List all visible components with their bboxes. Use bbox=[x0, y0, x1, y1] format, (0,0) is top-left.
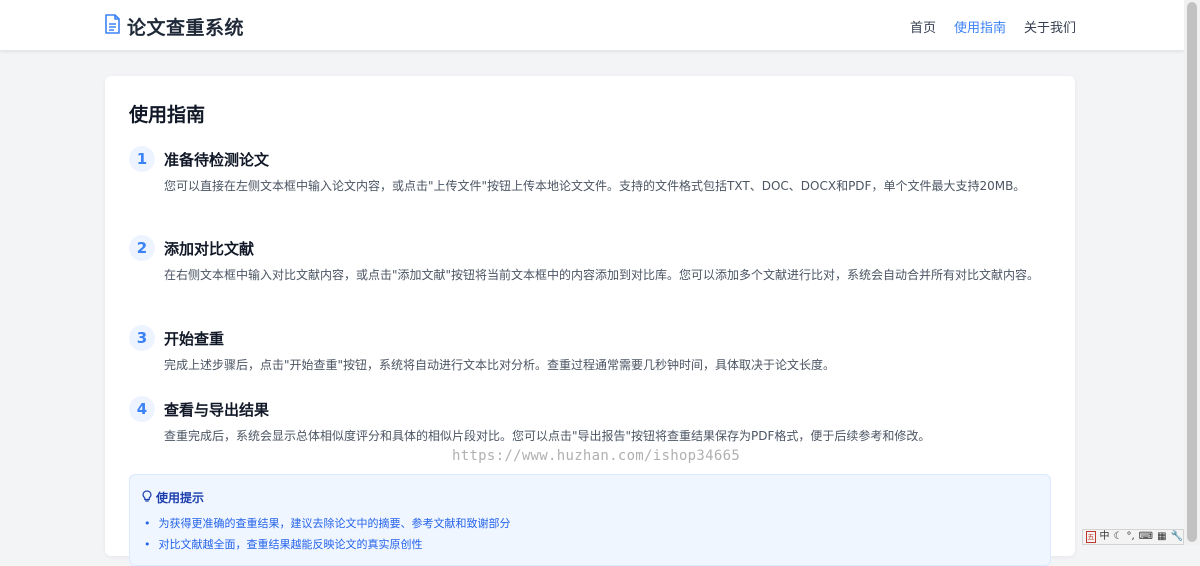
step-title: 开始查重 bbox=[164, 330, 225, 348]
step-title: 准备待检测论文 bbox=[164, 151, 270, 169]
nav-about[interactable]: 关于我们 bbox=[1024, 17, 1076, 36]
tips-box: 使用提示 为获得更准确的查重结果，建议去除论文中的摘要、参考文献和致谢部分 对比… bbox=[129, 474, 1051, 566]
step-title: 查看与导出结果 bbox=[164, 401, 270, 419]
app-title: 论文查重系统 bbox=[127, 16, 245, 39]
document-icon bbox=[104, 14, 121, 38]
page-scrollbar[interactable] bbox=[1184, 0, 1200, 545]
moon-icon[interactable]: ☾ bbox=[1114, 530, 1123, 544]
step-title: 添加对比文献 bbox=[164, 240, 255, 258]
top-navbar: 论文查重系统 首页 使用指南 关于我们 bbox=[0, 0, 1184, 51]
tips-list: 为获得更准确的查重结果，建议去除论文中的摘要、参考文献和致谢部分 对比文献越全面… bbox=[144, 513, 511, 555]
step-number-badge: 2 bbox=[129, 235, 155, 261]
grid-icon[interactable]: ▦ bbox=[1157, 530, 1166, 544]
page-title: 使用指南 bbox=[129, 104, 206, 126]
ime-logo-icon[interactable]: 五 bbox=[1086, 531, 1096, 543]
ime-language-toggle[interactable]: 中 bbox=[1100, 530, 1110, 544]
tips-title: 使用提示 bbox=[156, 491, 205, 505]
tips-heading: 使用提示 bbox=[142, 489, 204, 506]
scrollbar-thumb[interactable] bbox=[1187, 2, 1197, 542]
step-description: 查重完成后，系统会显示总体相似度评分和具体的相似片段对比。您可以点击"导出报告"… bbox=[164, 429, 931, 443]
punctuation-icon[interactable]: °, bbox=[1126, 530, 1134, 544]
watermark: https://www.huzhan.com/ishop34665 bbox=[452, 448, 741, 464]
step-description: 在右侧文本框中输入对比文献内容，或点击"添加文献"按钮将当前文本框中的内容添加到… bbox=[164, 268, 1040, 282]
nav-home[interactable]: 首页 bbox=[910, 17, 936, 36]
step-description: 完成上述步骤后，点击"开始查重"按钮，系统将自动进行文本比对分析。查重过程通常需… bbox=[164, 358, 836, 372]
main-nav: 首页 使用指南 关于我们 bbox=[910, 17, 1076, 36]
guide-card: 使用指南 1 准备待检测论文 您可以直接在左侧文本框中输入论文内容，或点击"上传… bbox=[105, 76, 1075, 566]
step-description: 您可以直接在左侧文本框中输入论文内容，或点击"上传文件"按钮上传本地论文文件。支… bbox=[164, 179, 1026, 193]
brand[interactable]: 论文查重系统 bbox=[104, 14, 245, 39]
tip-item: 为获得更准确的查重结果，建议去除论文中的摘要、参考文献和致谢部分 bbox=[144, 513, 511, 534]
nav-guide[interactable]: 使用指南 bbox=[954, 17, 1006, 36]
step-number-badge: 4 bbox=[129, 396, 155, 422]
wrench-icon[interactable]: 🔧 bbox=[1171, 530, 1183, 544]
step-number-badge: 1 bbox=[129, 146, 155, 172]
step-number-badge: 3 bbox=[129, 325, 155, 351]
ime-toolbar: 五 中 ☾ °, ⌨ ▦ 🔧 bbox=[1082, 529, 1184, 545]
lightbulb-icon bbox=[142, 489, 152, 506]
keyboard-icon[interactable]: ⌨ bbox=[1139, 530, 1153, 544]
